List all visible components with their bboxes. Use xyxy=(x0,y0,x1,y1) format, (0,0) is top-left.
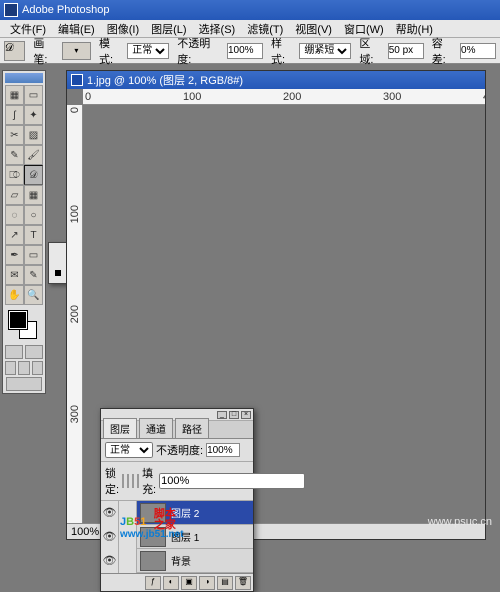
mode-select[interactable]: 正常 xyxy=(127,43,169,59)
dodge-tool[interactable]: ○ xyxy=(24,205,43,225)
new-set-icon[interactable]: ▣ xyxy=(181,576,197,590)
move-tool[interactable]: ▦ xyxy=(5,85,24,105)
hand-tool[interactable]: ✋ xyxy=(5,285,24,305)
lock-all-icon[interactable] xyxy=(137,474,139,488)
app-icon xyxy=(4,3,18,17)
gradient-tool[interactable]: ▦ xyxy=(24,185,43,205)
visibility-icon[interactable]: 👁 xyxy=(101,549,119,573)
eraser-tool[interactable]: ▱ xyxy=(5,185,24,205)
toolbox: ▦▭ ʃ✦ ✂▨ ✎🖌 ⎄𝒟 ▱▦ ◌○ ↗T ✒▭ ✉✎ ✋🔍 xyxy=(2,70,46,394)
area-label: 区域: xyxy=(359,35,383,67)
maximize-icon[interactable]: □ xyxy=(229,411,239,419)
layer-opacity-input[interactable] xyxy=(206,443,240,457)
options-bar: 𝒟 画笔: 模式: 正常 不透明度: 样式: 绷紧短 区域: 容差: xyxy=(0,38,500,64)
layer-name[interactable]: 背景 xyxy=(169,553,253,568)
adjustment-layer-icon[interactable]: ◑ xyxy=(199,576,215,590)
opacity-label: 不透明度: xyxy=(156,442,203,458)
layer-style-icon[interactable]: ƒ xyxy=(145,576,161,590)
visibility-icon[interactable]: 👁 xyxy=(101,525,119,549)
quickmask-mode[interactable] xyxy=(25,345,43,359)
workspace: ▦▭ ʃ✦ ✂▨ ✎🖌 ⎄𝒟 ▱▦ ◌○ ↗T ✒▭ ✉✎ ✋🔍 历史记录画笔工… xyxy=(0,64,500,544)
new-layer-icon[interactable]: ▤ xyxy=(217,576,233,590)
pen-tool[interactable]: ✒ xyxy=(5,245,24,265)
wand-tool[interactable]: ✦ xyxy=(24,105,43,125)
slice-tool[interactable]: ▨ xyxy=(24,125,43,145)
document-icon xyxy=(71,74,83,86)
panel-tabs: 图层 通道 路径 xyxy=(101,421,253,439)
layer-blend-row: 正常 不透明度: xyxy=(101,439,253,462)
current-tool-icon[interactable]: 𝒟 xyxy=(4,41,25,61)
minimize-icon[interactable]: _ xyxy=(217,411,227,419)
tab-paths[interactable]: 路径 xyxy=(175,418,209,438)
brush-label: 画笔: xyxy=(33,35,57,67)
stamp-tool[interactable]: ⎄ xyxy=(5,165,24,185)
watermark-psuc: www.psuc.cn xyxy=(428,516,492,528)
screen-mode-2[interactable] xyxy=(18,361,29,375)
path-tool[interactable]: ↗ xyxy=(5,225,24,245)
app-title: Adobe Photoshop xyxy=(22,4,109,16)
delete-layer-icon[interactable]: 🗑 xyxy=(235,576,251,590)
opacity-label: 不透明度: xyxy=(177,35,223,67)
menu-edit[interactable]: 编辑(E) xyxy=(52,21,101,37)
document-title: 1.jpg @ 100% (图层 2, RGB/8#) xyxy=(87,72,243,88)
lasso-tool[interactable]: ʃ xyxy=(5,105,24,125)
opacity-input[interactable] xyxy=(227,43,263,59)
layer-thumbnail[interactable] xyxy=(140,551,166,571)
watermark-jb51: JB51 脚本之家 www.jb51.net xyxy=(120,508,184,540)
screen-mode-3[interactable] xyxy=(32,361,43,375)
type-tool[interactable]: T xyxy=(24,225,43,245)
lock-transparency-icon[interactable] xyxy=(122,474,124,488)
screen-mode-1[interactable] xyxy=(5,361,16,375)
menu-view[interactable]: 视图(V) xyxy=(289,21,338,37)
toolbox-header[interactable] xyxy=(5,73,43,83)
jump-to-ir[interactable] xyxy=(6,377,42,391)
layer-row[interactable]: 👁 背景 xyxy=(101,549,253,573)
shape-tool[interactable]: ▭ xyxy=(24,245,43,265)
marquee-tool[interactable]: ▭ xyxy=(24,85,43,105)
brush-picker[interactable] xyxy=(62,42,91,60)
selected-dot-icon xyxy=(55,270,61,276)
layer-lock-row: 锁定: 填充: xyxy=(101,462,253,501)
style-select[interactable]: 绷紧短 xyxy=(299,43,351,59)
tolerance-label: 容差: xyxy=(432,35,456,67)
crop-tool[interactable]: ✂ xyxy=(5,125,24,145)
standard-mode[interactable] xyxy=(5,345,23,359)
blend-mode-select[interactable]: 正常 xyxy=(105,442,153,458)
layers-footer: ƒ ◐ ▣ ◑ ▤ 🗑 xyxy=(101,573,253,591)
lock-position-icon[interactable] xyxy=(132,474,134,488)
layer-mask-icon[interactable]: ◐ xyxy=(163,576,179,590)
color-swatches[interactable] xyxy=(5,309,43,343)
document-titlebar[interactable]: 1.jpg @ 100% (图层 2, RGB/8#) xyxy=(67,71,485,89)
brush-tool[interactable]: 🖌 xyxy=(24,145,43,165)
history-brush-tool[interactable]: 𝒟 xyxy=(24,165,43,185)
eyedropper-tool[interactable]: ✎ xyxy=(24,265,43,285)
area-input[interactable] xyxy=(388,43,424,59)
menubar: 文件(F) 编辑(E) 图像(I) 图层(L) 选择(S) 滤镜(T) 视图(V… xyxy=(0,20,500,38)
layers-panel: _ □ × 图层 通道 路径 正常 不透明度: 锁定: 填充: 👁 xyxy=(100,408,254,592)
notes-tool[interactable]: ✉ xyxy=(5,265,24,285)
tab-channels[interactable]: 通道 xyxy=(139,418,173,438)
lock-label: 锁定: xyxy=(105,465,119,497)
ruler-horizontal[interactable]: 0 100 200 300 400 xyxy=(83,89,485,105)
link-cell[interactable] xyxy=(119,549,137,573)
heal-tool[interactable]: ✎ xyxy=(5,145,24,165)
tolerance-input[interactable] xyxy=(460,43,496,59)
titlebar: Adobe Photoshop xyxy=(0,0,500,20)
style-label: 样式: xyxy=(271,35,295,67)
close-icon[interactable]: × xyxy=(241,411,251,419)
blur-tool[interactable]: ◌ xyxy=(5,205,24,225)
visibility-icon[interactable]: 👁 xyxy=(101,501,119,525)
foreground-color[interactable] xyxy=(9,311,27,329)
lock-pixels-icon[interactable] xyxy=(127,474,129,488)
zoom-tool[interactable]: 🔍 xyxy=(24,285,43,305)
mode-label: 模式: xyxy=(99,35,123,67)
fill-label: 填充: xyxy=(142,465,156,497)
tab-layers[interactable]: 图层 xyxy=(103,418,137,438)
ruler-vertical[interactable]: 0 100 200 300 xyxy=(67,105,83,523)
layer-fill-input[interactable] xyxy=(159,473,305,489)
